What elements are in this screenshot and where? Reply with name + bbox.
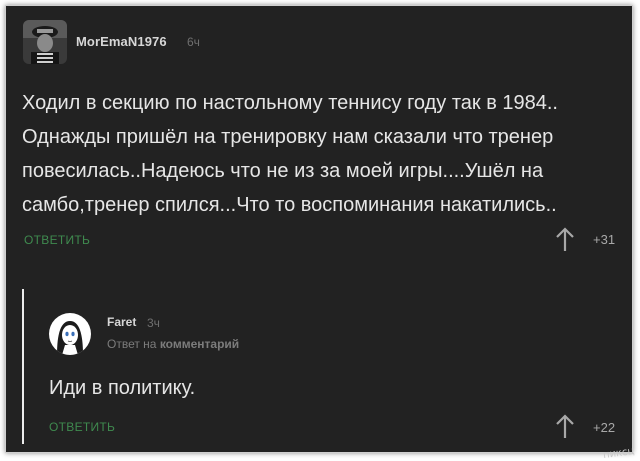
username[interactable]: Faret [107, 315, 136, 329]
username[interactable]: MorEmaN1976 [76, 34, 167, 49]
avatar-icon [49, 313, 91, 355]
arrow-up-icon[interactable] [555, 226, 575, 252]
rating-count: +31 [593, 232, 616, 247]
reply-to-label: Ответ на комментарий [107, 337, 239, 351]
reply-button[interactable]: ОТВЕТИТЬ [24, 233, 90, 247]
rating-count: +22 [593, 420, 616, 435]
comment-time: 6ч [187, 35, 200, 49]
comment-text: Ходил в секцию по настольному теннису го… [22, 92, 558, 216]
user-avatar[interactable] [49, 313, 91, 355]
arrow-up-icon[interactable] [555, 413, 575, 439]
comment-time: 3ч [147, 316, 160, 330]
avatar-icon [23, 20, 67, 64]
reply-to-prefix: Ответ на [107, 337, 157, 351]
thread-line [22, 289, 24, 444]
comment-text: Иди в политику. [49, 377, 196, 399]
reply-to-link[interactable]: комментарий [160, 337, 239, 351]
comment-card: MorEmaN1976 6ч Ходил в секцию по настоль… [5, 5, 633, 453]
reply-button[interactable]: ОТВЕТИТЬ [49, 420, 115, 434]
user-avatar[interactable] [23, 20, 67, 64]
